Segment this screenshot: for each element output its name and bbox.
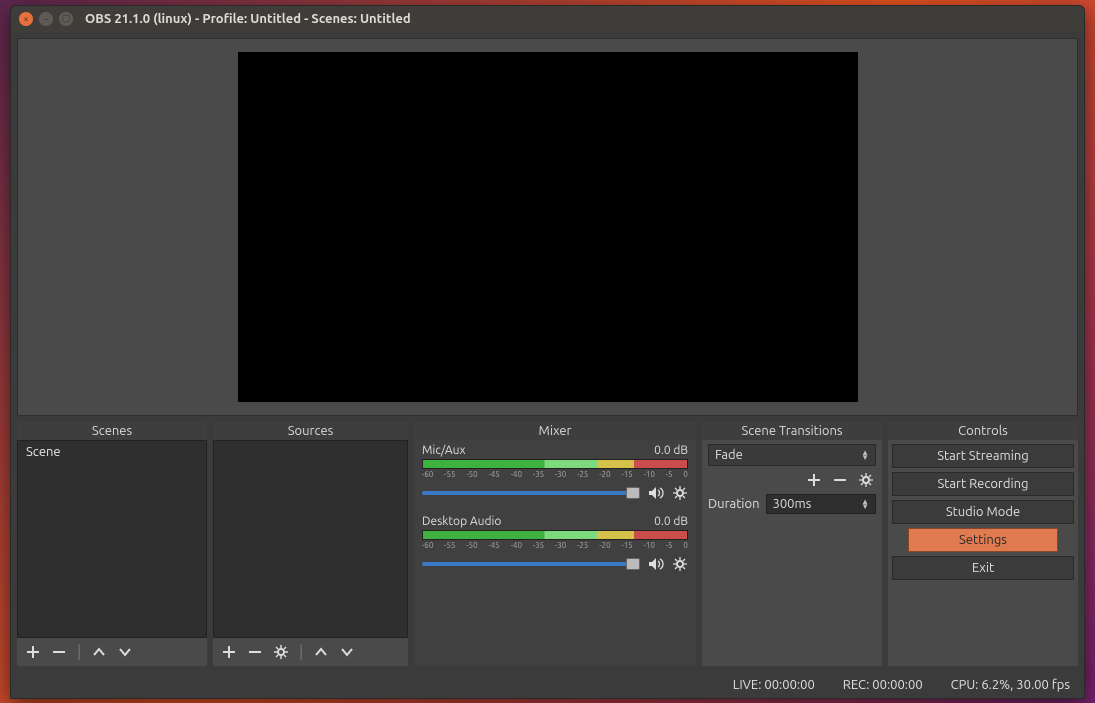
transition-settings-button[interactable] <box>858 472 874 488</box>
add-scene-button[interactable] <box>25 644 41 660</box>
window-close-button[interactable]: × <box>19 12 33 26</box>
transitions-panel: Scene Transitions Fade ▲▼ Duration 300ms… <box>702 422 882 666</box>
source-up-button[interactable] <box>313 644 329 660</box>
sources-toolbar: | <box>213 638 408 666</box>
remove-source-button[interactable] <box>247 644 263 660</box>
chevron-updown-icon: ▲▼ <box>861 450 869 460</box>
volume-slider[interactable] <box>422 562 640 566</box>
mixer-track-name: Desktop Audio <box>422 515 501 528</box>
spinbox-arrows-icon: ▲▼ <box>861 499 869 509</box>
status-rec: REC: 00:00:00 <box>843 678 923 692</box>
mixer-body: Mic/Aux 0.0 dB -60-55-50-45-40-35-30-25-… <box>414 440 696 666</box>
scenes-toolbar: | <box>17 638 207 666</box>
controls-header: Controls <box>888 422 1078 440</box>
mixer-header: Mixer <box>414 422 696 440</box>
mixer-track-level: 0.0 dB <box>654 515 688 528</box>
window-minimize-button[interactable]: – <box>39 12 53 26</box>
status-live: LIVE: 00:00:00 <box>733 678 815 692</box>
mixer-panel: Mixer Mic/Aux 0.0 dB -60-55-50-45-40-35-… <box>414 422 696 666</box>
transition-selected: Fade <box>715 448 743 462</box>
scenes-header: Scenes <box>17 422 207 440</box>
sources-list[interactable] <box>213 440 408 638</box>
separator: | <box>77 643 81 661</box>
mixer-track: Mic/Aux 0.0 dB -60-55-50-45-40-35-30-25-… <box>422 444 688 501</box>
titlebar: × – ▢ OBS 21.1.0 (linux) - Profile: Unti… <box>11 6 1084 32</box>
scene-down-button[interactable] <box>117 644 133 660</box>
mute-icon[interactable] <box>648 556 664 572</box>
volume-meter <box>422 530 688 540</box>
transition-select[interactable]: Fade ▲▼ <box>708 444 876 466</box>
controls-panel: Controls Start Streaming Start Recording… <box>888 422 1078 666</box>
duration-label: Duration <box>708 497 760 511</box>
sources-panel: Sources | <box>213 422 408 666</box>
track-settings-icon[interactable] <box>672 556 688 572</box>
volume-slider[interactable] <box>422 491 640 495</box>
remove-transition-button[interactable] <box>832 472 848 488</box>
track-settings-icon[interactable] <box>672 485 688 501</box>
remove-scene-button[interactable] <box>51 644 67 660</box>
mute-icon[interactable] <box>648 485 664 501</box>
window-maximize-button[interactable]: ▢ <box>59 12 73 26</box>
scenes-list[interactable]: Scene <box>17 440 207 638</box>
exit-button[interactable]: Exit <box>892 556 1074 580</box>
meter-ticks: -60-55-50-45-40-35-30-25-20-15-10-50 <box>422 541 688 550</box>
duration-value: 300ms <box>773 497 812 511</box>
scenes-panel: Scenes Scene | <box>17 422 207 666</box>
start-recording-button[interactable]: Start Recording <box>892 472 1074 496</box>
volume-meter <box>422 459 688 469</box>
add-transition-button[interactable] <box>806 472 822 488</box>
mixer-track-name: Mic/Aux <box>422 444 466 457</box>
mixer-track-level: 0.0 dB <box>654 444 688 457</box>
separator: | <box>299 643 303 661</box>
meter-ticks: -60-55-50-45-40-35-30-25-20-15-10-50 <box>422 470 688 479</box>
sources-header: Sources <box>213 422 408 440</box>
mixer-track: Desktop Audio 0.0 dB -60-55-50-45-40-35-… <box>422 515 688 572</box>
start-streaming-button[interactable]: Start Streaming <box>892 444 1074 468</box>
preview-area <box>17 38 1078 416</box>
window-title: OBS 21.1.0 (linux) - Profile: Untitled -… <box>85 12 411 26</box>
studio-mode-button[interactable]: Studio Mode <box>892 500 1074 524</box>
status-bar: LIVE: 00:00:00 REC: 00:00:00 CPU: 6.2%, … <box>11 672 1084 698</box>
preview-canvas[interactable] <box>238 52 858 402</box>
scene-item[interactable]: Scene <box>18 441 206 463</box>
obs-window: × – ▢ OBS 21.1.0 (linux) - Profile: Unti… <box>10 5 1085 699</box>
status-cpu: CPU: 6.2%, 30.00 fps <box>951 678 1070 692</box>
source-properties-button[interactable] <box>273 644 289 660</box>
scene-up-button[interactable] <box>91 644 107 660</box>
duration-spinbox[interactable]: 300ms ▲▼ <box>766 494 877 514</box>
transitions-header: Scene Transitions <box>702 422 882 440</box>
add-source-button[interactable] <box>221 644 237 660</box>
settings-button[interactable]: Settings <box>908 528 1058 552</box>
source-down-button[interactable] <box>339 644 355 660</box>
